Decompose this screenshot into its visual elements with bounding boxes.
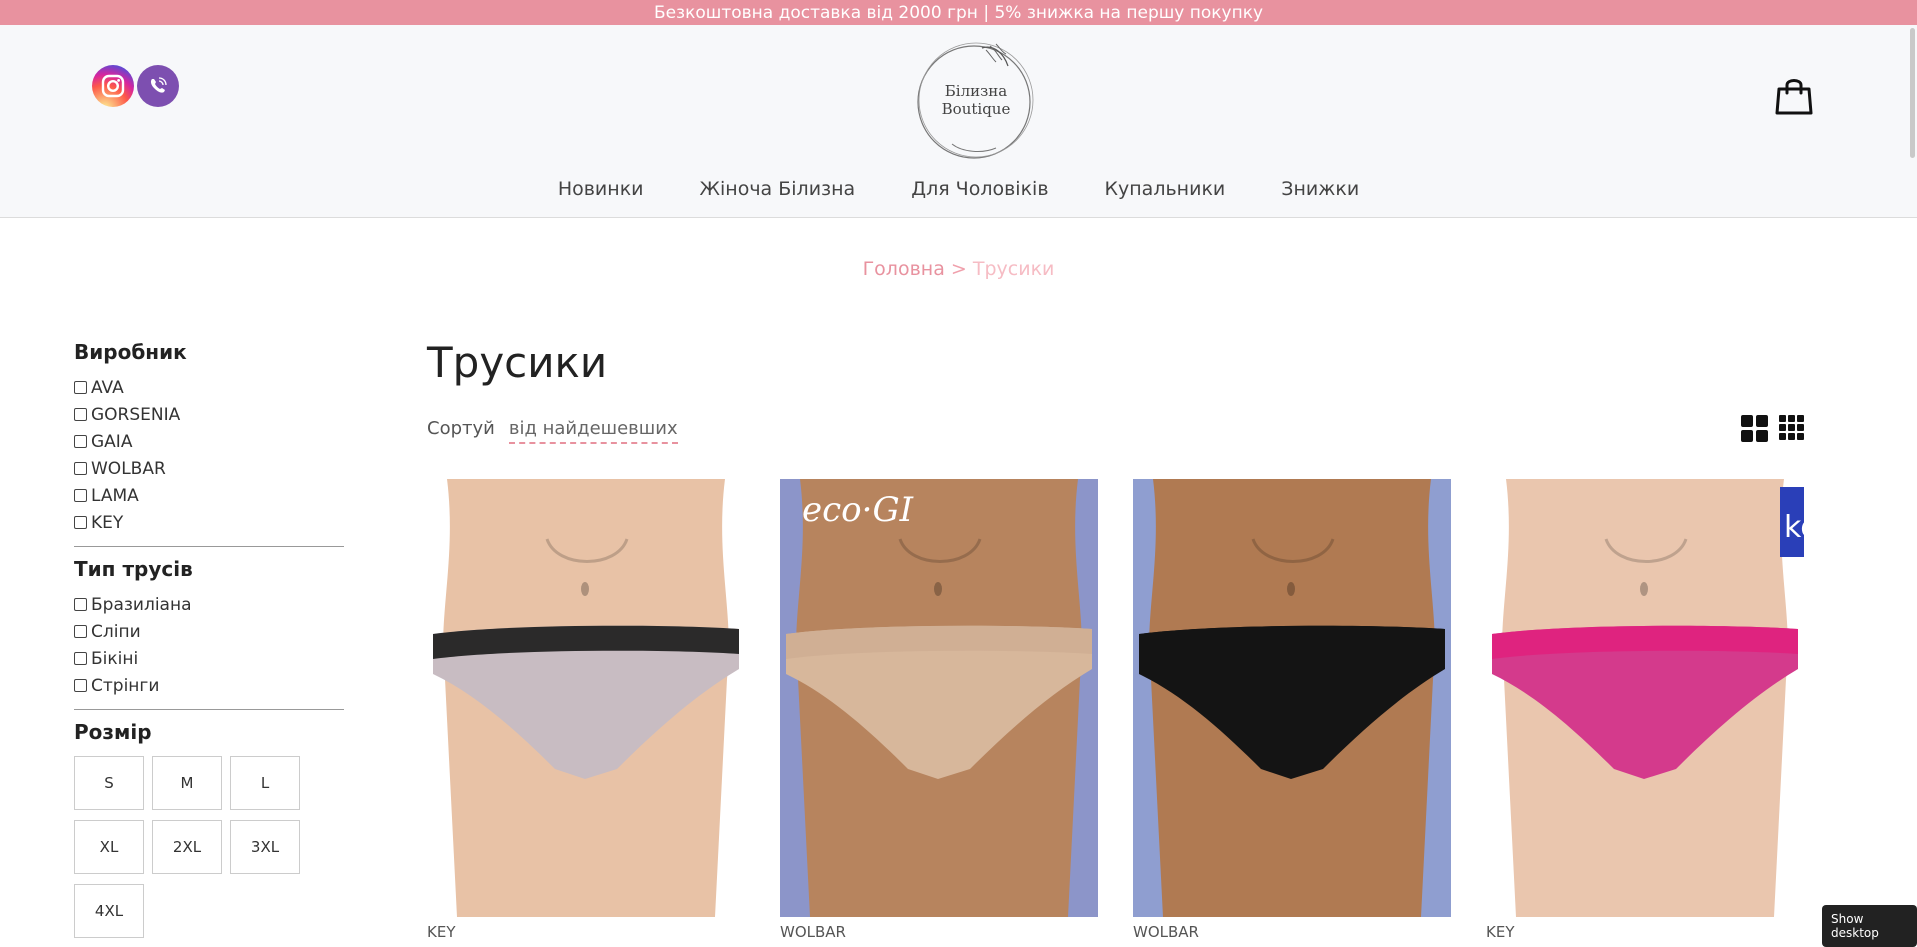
breadcrumb-home[interactable]: Головна <box>863 258 945 280</box>
sort-dropdown[interactable]: від найдешевших <box>508 418 678 444</box>
product-image[interactable] <box>427 479 745 917</box>
filter-label: Бразиліана <box>91 594 192 615</box>
filter-title-size: Розмір <box>74 720 152 744</box>
filter-option-wolbar[interactable]: WOLBAR <box>74 455 344 482</box>
product-card[interactable]: KEY <box>427 479 745 941</box>
filter-option-lama[interactable]: LAMA <box>74 482 344 509</box>
filter-label: GAIA <box>91 431 133 452</box>
size-button[interactable]: XL <box>74 820 144 874</box>
logo-line1: Білизна <box>945 82 1008 100</box>
logo-line2: Boutique <box>942 100 1011 118</box>
nav-item-women[interactable]: Жіноча Білизна <box>700 178 856 200</box>
filter-option-brazilian[interactable]: Бразиліана <box>74 591 344 618</box>
view-toggle <box>1741 415 1804 442</box>
checkbox[interactable] <box>74 489 87 502</box>
breadcrumb-current: Трусики <box>972 258 1055 280</box>
filter-option-key[interactable]: KEY <box>74 509 344 536</box>
filter-sidebar: Виробник AVA GORSENIA GAIA WOLBAR LAMA K… <box>74 340 344 938</box>
product-brand: WOLBAR <box>780 923 846 941</box>
filter-option-slip[interactable]: Сліпи <box>74 618 344 645</box>
size-button[interactable]: M <box>152 756 222 810</box>
filter-label: Бікіні <box>91 648 139 669</box>
filter-label: LAMA <box>91 485 139 506</box>
viber-icon[interactable] <box>137 65 179 107</box>
product-image[interactable] <box>1133 479 1451 917</box>
filter-option-gaia[interactable]: GAIA <box>74 428 344 455</box>
checkbox[interactable] <box>74 408 87 421</box>
product-grid: KEY eco·GI WOLBAR WOLBAR k KEY <box>427 479 1839 941</box>
checkbox[interactable] <box>74 435 87 448</box>
filter-label: KEY <box>91 512 124 533</box>
filter-option-ava[interactable]: AVA <box>74 374 344 401</box>
main-nav: Новинки Жіноча Білизна Для Чоловіків Куп… <box>0 178 1917 200</box>
size-button[interactable]: 3XL <box>230 820 300 874</box>
filter-option-gorsenia[interactable]: GORSENIA <box>74 401 344 428</box>
product-card[interactable]: ke KEY <box>1486 479 1804 941</box>
breadcrumb: Головна > Трусики <box>0 258 1917 280</box>
shopping-bag-icon[interactable] <box>1774 75 1814 117</box>
checkbox[interactable] <box>74 679 87 692</box>
grid-3-icon[interactable] <box>1779 415 1804 442</box>
product-brand: KEY <box>1486 923 1515 941</box>
checkbox[interactable] <box>74 625 87 638</box>
checkbox[interactable] <box>74 598 87 611</box>
product-brand: WOLBAR <box>1133 923 1199 941</box>
divider <box>74 546 344 547</box>
promo-text: Безкоштовна доставка від 2000 грн | 5% з… <box>653 2 1264 23</box>
checkbox[interactable] <box>74 652 87 665</box>
scrollbar[interactable] <box>1910 28 1915 158</box>
checkbox[interactable] <box>74 462 87 475</box>
nav-item-new[interactable]: Новинки <box>558 178 644 200</box>
product-overlay-text: ke <box>1784 510 1804 545</box>
product-card[interactable]: eco·GI WOLBAR <box>780 479 1098 941</box>
product-card[interactable]: WOLBAR <box>1133 479 1451 941</box>
page-title: Трусики <box>427 338 608 387</box>
social-links <box>92 65 179 107</box>
product-image[interactable]: eco·GI <box>780 479 1098 917</box>
filter-label: Сліпи <box>91 621 141 642</box>
site-header: Білизна Boutique Новинки Жіноча Білизна … <box>0 25 1917 218</box>
size-button[interactable]: 2XL <box>152 820 222 874</box>
filter-option-bikini[interactable]: Бікіні <box>74 645 344 672</box>
promo-banner: Безкоштовна доставка від 2000 грн | 5% з… <box>0 0 1917 25</box>
filter-label: Стрінги <box>91 675 160 696</box>
size-button[interactable]: L <box>230 756 300 810</box>
show-desktop-button[interactable]: Show desktop <box>1822 905 1917 947</box>
filter-option-string[interactable]: Стрінги <box>74 672 344 699</box>
instagram-icon[interactable] <box>92 65 134 107</box>
size-button[interactable]: 4XL <box>74 884 144 938</box>
product-brand: KEY <box>427 923 456 941</box>
filter-title-type: Тип трусів <box>74 557 193 581</box>
sort-control: Сортуй від найдешевших <box>427 418 678 444</box>
nav-item-swimwear[interactable]: Купальники <box>1105 178 1226 200</box>
checkbox[interactable] <box>74 381 87 394</box>
site-logo[interactable]: Білизна Boutique <box>912 36 1038 162</box>
checkbox[interactable] <box>74 516 87 529</box>
product-image[interactable]: ke <box>1486 479 1804 917</box>
product-overlay-text: eco·GI <box>802 490 914 530</box>
breadcrumb-separator: > <box>950 258 967 280</box>
grid-2-icon[interactable] <box>1741 415 1768 442</box>
filter-label: GORSENIA <box>91 404 181 425</box>
sort-label: Сортуй <box>427 418 495 439</box>
filter-label: WOLBAR <box>91 458 166 479</box>
filter-label: AVA <box>91 377 124 398</box>
size-options: S M L XL 2XL 3XL 4XL <box>74 756 314 938</box>
filter-title-maker: Виробник <box>74 340 187 364</box>
nav-item-sale[interactable]: Знижки <box>1281 178 1359 200</box>
nav-item-men[interactable]: Для Чоловіків <box>911 178 1048 200</box>
size-button[interactable]: S <box>74 756 144 810</box>
divider <box>74 709 344 710</box>
